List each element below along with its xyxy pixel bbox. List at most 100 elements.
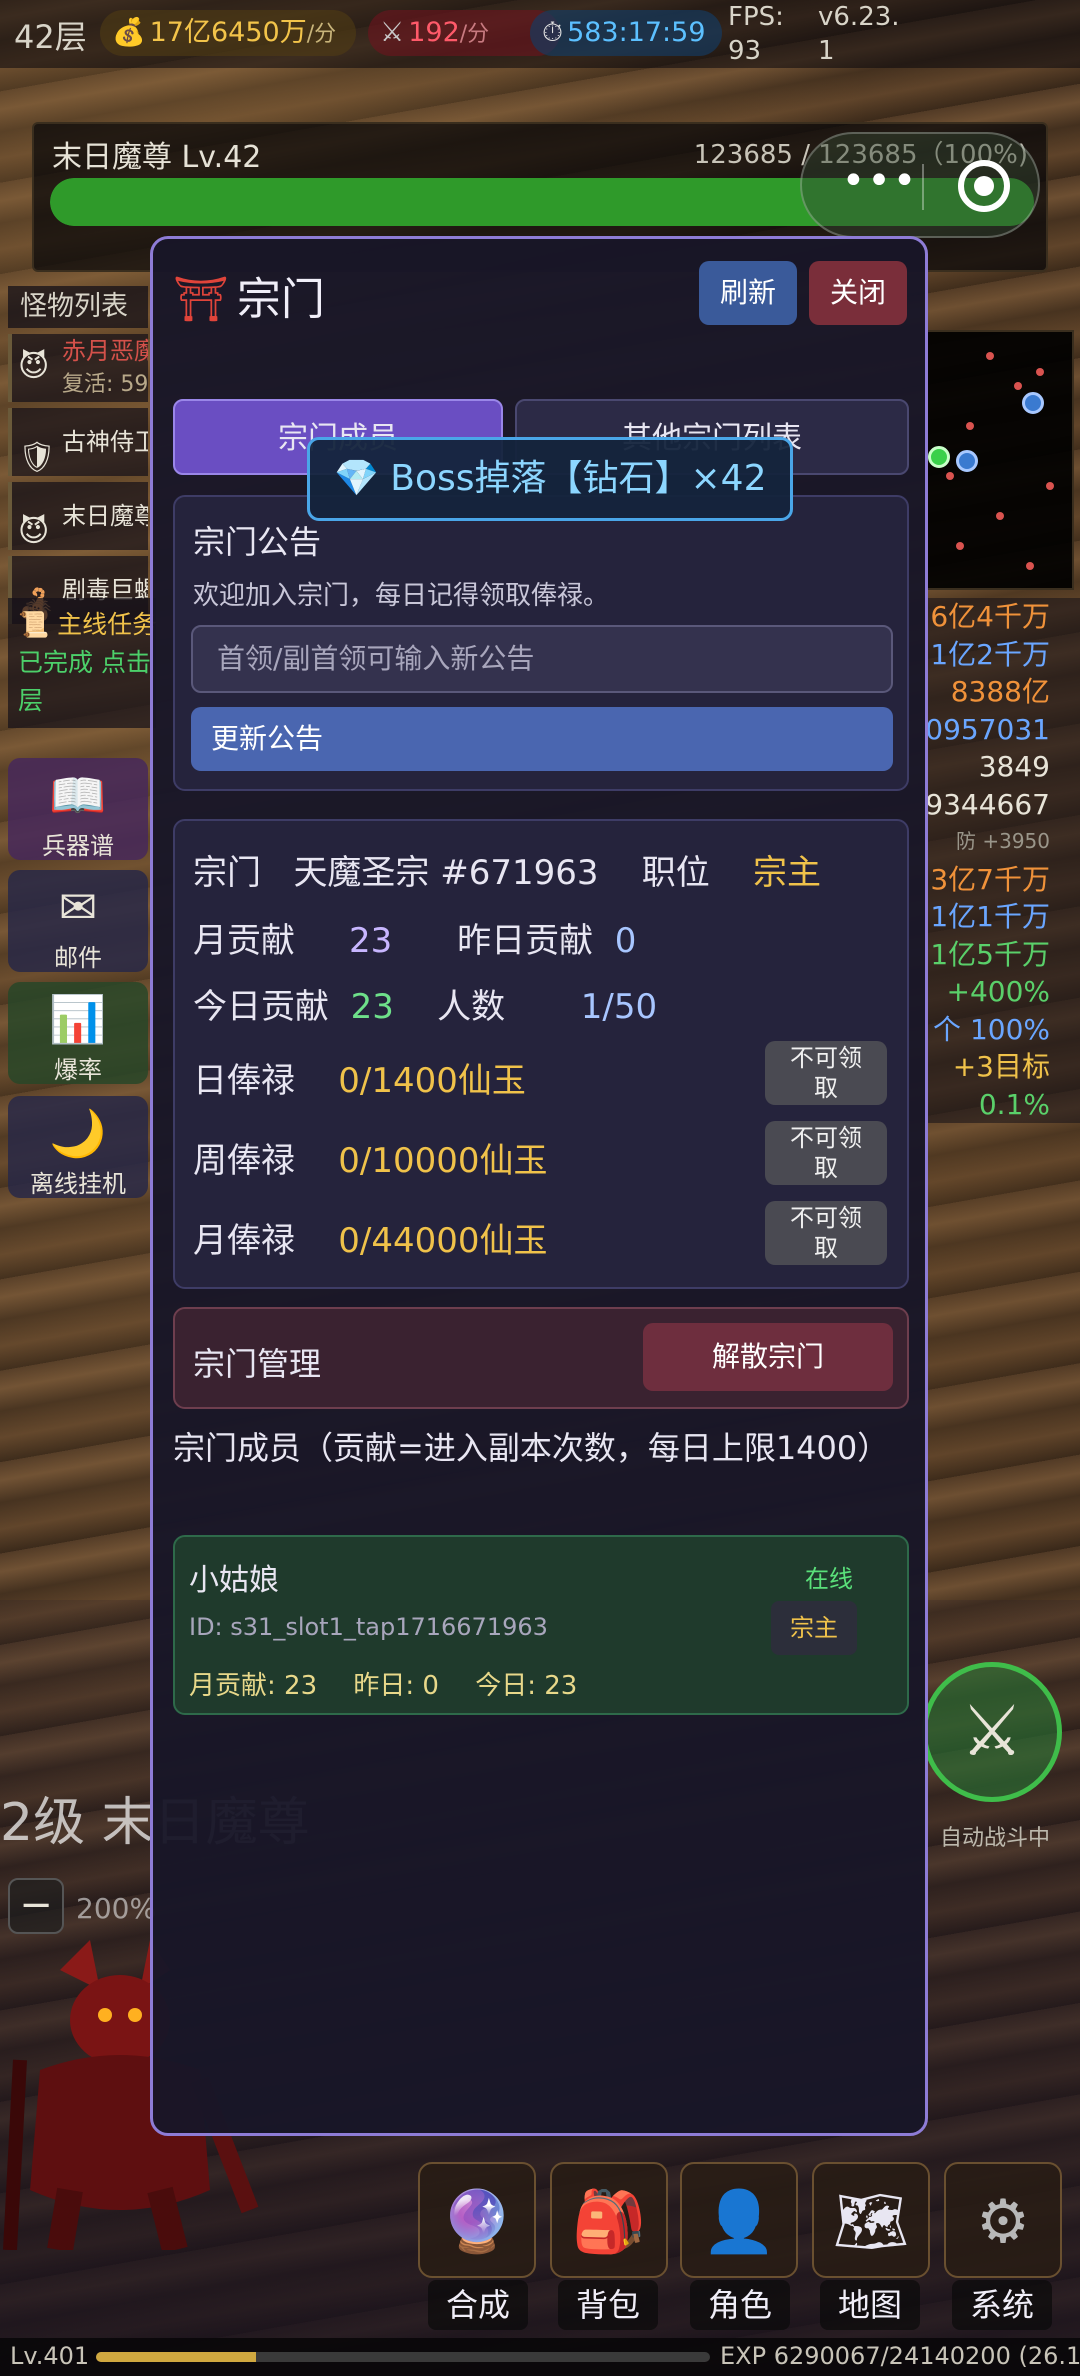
weekly-salary-row: 周俸禄 0/10000仙玉 — [193, 1133, 547, 1182]
member-card: 小姑娘 在线 ID: s31_slot1_tap1716671963 宗主 月贡… — [173, 1535, 909, 1715]
today-contrib-value: 23 — [350, 987, 394, 1027]
nav-character-button[interactable]: 👤 — [680, 2162, 798, 2278]
monster-item[interactable]: 😈 赤月恶魔 复活: 59 — [8, 334, 148, 402]
auto-battle-button[interactable]: ⚔ — [922, 1662, 1062, 1802]
nav-map-button[interactable]: 🗺 — [812, 2162, 930, 2278]
minimap-enemy-dot — [1046, 482, 1054, 490]
member-month-contrib: 月贡献: 23 — [189, 1671, 318, 1701]
minimap-ally-marker — [1022, 392, 1044, 414]
stat-value: 0957031 — [925, 712, 1050, 746]
book-icon: 📖 — [49, 768, 107, 822]
crossed-swords-icon: ⚔ — [960, 1690, 1024, 1772]
more-menu-icon[interactable]: ••• — [830, 156, 930, 206]
stat-value: +3目标 — [952, 1050, 1050, 1083]
modal-title-text: 宗门 — [236, 274, 325, 325]
monster-item[interactable]: 😈 末日魔尊 — [8, 482, 148, 550]
modal-title: ⛩ 宗门 — [173, 263, 325, 327]
minimap-enemy-dot — [1036, 368, 1044, 376]
nav-character-label: 角色 — [690, 2280, 790, 2330]
position-label: 职位 — [641, 853, 710, 893]
refresh-button[interactable]: 刷新 — [699, 261, 797, 325]
gold-rate-value: 17亿6450万 — [149, 17, 307, 48]
stat-value: 6亿4千万 — [930, 600, 1050, 633]
exp-progress-fill — [96, 2352, 257, 2362]
minimap-enemy-dot — [1014, 382, 1022, 390]
mail-button[interactable]: ✉ 邮件 — [8, 870, 148, 972]
minimap-enemy-dot — [966, 422, 974, 430]
nav-synthesis-button[interactable]: 🔮 — [418, 2162, 536, 2278]
drop-rate-label: 爆率 — [54, 1056, 102, 1084]
member-role-badge: 宗主 — [771, 1601, 857, 1655]
claim-monthly-salary-button[interactable]: 不可领取 — [765, 1201, 887, 1265]
person-icon: 👤 — [701, 2187, 777, 2257]
salary-label: 月俸禄 — [193, 1221, 295, 1261]
member-today-contrib: 今日: 23 — [475, 1671, 578, 1701]
sect-modal: ⛩宗门 刷新 关闭 宗门成员 其他宗门列表 宗门公告 欢迎加入宗门，每日记得领取… — [150, 236, 928, 2136]
minimap-enemy-dot — [946, 472, 954, 480]
member-id: ID: s31_slot1_tap1716671963 — [189, 1613, 548, 1641]
main-quest-panel[interactable]: 📜 主线任务 已完成 点击 层 — [8, 598, 156, 728]
daily-salary-row: 日俸禄 0/1400仙玉 — [193, 1053, 526, 1102]
boss-name: 末日魔尊 Lv.42 — [52, 140, 262, 175]
monster-list: 😈 赤月恶魔 复活: 59 🛡 古神侍卫 😈 末日魔尊 🦂 剧毒巨蝎 — [8, 334, 148, 630]
disband-sect-button[interactable]: 解散宗门 — [643, 1323, 893, 1391]
close-button[interactable]: 关闭 — [809, 261, 907, 325]
monster-item[interactable]: 🛡 古神侍卫 — [8, 408, 148, 476]
close-program-icon[interactable] — [958, 160, 1010, 212]
stopwatch-icon: ⏱ — [542, 17, 564, 48]
moon-icon: 🌙 — [49, 1106, 107, 1160]
monster-name: 古神侍卫 — [62, 428, 148, 456]
weapon-catalog-label: 兵器谱 — [42, 832, 114, 860]
nav-backpack-label: 背包 — [558, 2280, 658, 2330]
nav-backpack-button[interactable]: 🎒 — [550, 2162, 668, 2278]
weapon-catalog-button[interactable]: 📖 兵器谱 — [8, 758, 148, 860]
claim-button-text: 不可领 — [790, 1124, 862, 1152]
sect-manage-card: 宗门管理 解散宗门 — [173, 1307, 909, 1409]
mini-program-capsule: ••• — [800, 132, 1040, 238]
version-readout: v6.23. 1 — [818, 0, 900, 68]
shield-icon: 🛡 — [18, 440, 57, 475]
drop-rate-button[interactable]: 📊 爆率 — [8, 982, 148, 1084]
monthly-salary-row: 月俸禄 0/44000仙玉 — [193, 1213, 547, 1262]
update-notice-button[interactable]: 更新公告 — [191, 707, 893, 771]
stat-value: 3亿7千万 — [930, 862, 1050, 896]
yesterday-contrib-value: 0 — [614, 921, 637, 961]
crossed-swords-icon: ⚔ — [380, 17, 405, 48]
offline-idle-button[interactable]: 🌙 离线挂机 — [8, 1096, 148, 1198]
salary-label: 日俸禄 — [193, 1061, 295, 1101]
nav-system-label: 系统 — [952, 2280, 1052, 2330]
members-heading: 宗门成员（贡献=进入副本次数，每日上限1400） — [173, 1429, 890, 1467]
salary-value: 0/1400仙玉 — [338, 1061, 526, 1101]
salary-value: 0/10000仙玉 — [338, 1141, 548, 1181]
floor-indicator: 42层 — [14, 18, 87, 56]
gear-icon: ⚙ — [976, 2187, 1030, 2257]
nav-system-button[interactable]: ⚙ — [944, 2162, 1062, 2278]
zoom-out-button[interactable]: − — [8, 1878, 64, 1934]
claim-button-text: 不可领 — [790, 1044, 862, 1072]
backpack-icon: 🎒 — [571, 2187, 647, 2257]
bar-chart-icon: 📊 — [49, 992, 107, 1046]
quest-status: 已完成 点击 — [18, 648, 151, 677]
online-status: 在线 — [805, 1565, 853, 1593]
stat-value: 个 100% — [933, 1012, 1050, 1046]
status-bar: 42层 💰 17亿6450万/分 ⚔ 192/分 ⏱ 583:17:59 FPS: 9… — [0, 0, 1080, 68]
scroll-icon: 📜 — [18, 610, 50, 639]
minimap[interactable] — [924, 330, 1074, 590]
salary-value: 0/44000仙玉 — [338, 1221, 548, 1261]
fps-value: 93 — [728, 36, 762, 66]
member-yesterday-contrib: 昨日: 0 — [353, 1671, 439, 1701]
month-contrib-value: 23 — [349, 921, 393, 961]
claim-weekly-salary-button[interactable]: 不可领取 — [765, 1121, 887, 1185]
torii-gate-icon: ⛩ — [173, 274, 229, 325]
claim-daily-salary-button[interactable]: 不可领取 — [765, 1041, 887, 1105]
notice-input[interactable]: 首领/副首领可输入新公告 — [191, 625, 893, 693]
sect-name: 天魔圣宗 #671963 — [293, 853, 599, 893]
sect-name-row: 宗门 天魔圣宗 #671963 职位 宗主 — [193, 845, 821, 894]
sect-notice-card: 宗门公告 欢迎加入宗门，每日记得领取俸禄。 首领/副首领可输入新公告 更新公告 — [173, 495, 909, 791]
fps-readout: FPS: 93 — [728, 0, 818, 68]
quest-title: 主线任务 — [57, 610, 156, 639]
position-value: 宗主 — [753, 853, 821, 893]
gold-rate-unit: /分 — [306, 22, 337, 47]
yesterday-contrib-label: 昨日贡献 — [457, 921, 594, 961]
stat-value: +400% — [946, 975, 1050, 1008]
